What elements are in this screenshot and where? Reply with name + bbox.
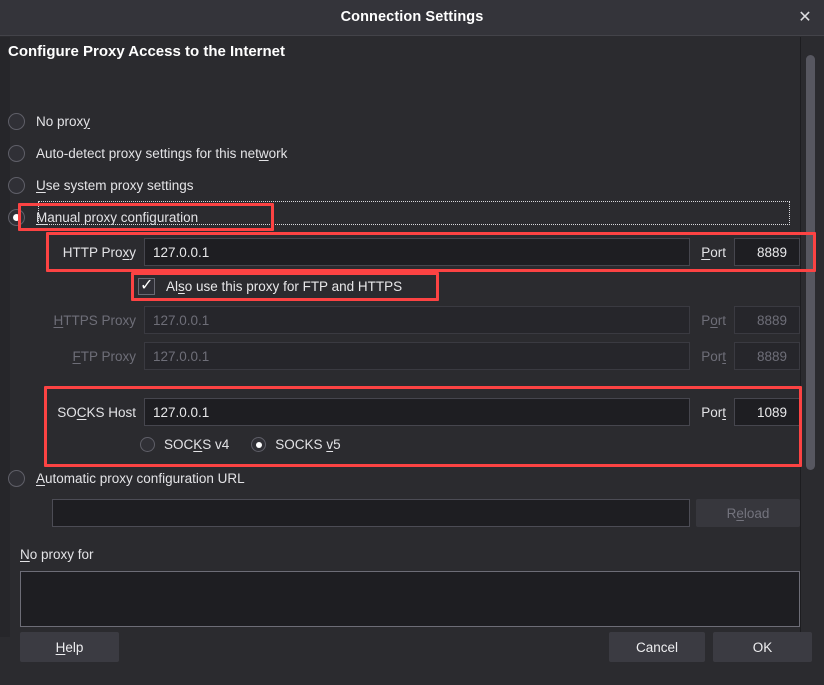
radio-system-proxy[interactable]: Use system proxy settings	[8, 173, 194, 197]
socks-port-input[interactable]: 1089	[734, 398, 800, 426]
radio-auto-detect[interactable]: Auto-detect proxy settings for this netw…	[8, 141, 287, 165]
radio-label-no-proxy: No proxy	[36, 113, 91, 129]
reload-button[interactable]: Reload	[696, 499, 800, 527]
radio-label-socks-v5: SOCKS v5	[275, 437, 341, 452]
connection-settings-dialog: Connection Settings ✕ Configure Proxy Ac…	[0, 0, 824, 685]
socks-host-label: SO C KS Host	[57, 404, 136, 420]
cancel-button-label: Cancel	[635, 639, 679, 655]
help-button[interactable]: Help	[20, 632, 119, 662]
close-icon[interactable]: ✕	[790, 4, 820, 32]
share-proxy-checkbox-label: Also use this proxy for FTP and HTTPS	[166, 278, 403, 294]
https-proxy-input[interactable]: 127.0.0.1	[144, 306, 690, 334]
radio-socks-v5[interactable]: SOCKS v5	[251, 437, 341, 452]
http-proxy-row: HTTP Pro x y 127.0.0.1 Port 8889	[52, 238, 800, 266]
https-proxy-label: H TTPS Proxy	[53, 312, 136, 328]
https-proxy-row: H TTPS Proxy 127.0.0.1 Po rt 8889	[20, 306, 800, 334]
ftp-port-label: Por t	[701, 348, 726, 364]
auto-config-url-input[interactable]	[52, 499, 690, 527]
radio-indicator-selected	[251, 437, 267, 452]
radio-label-auto-detect: Auto-detect proxy settings for this netw…	[36, 145, 288, 161]
radio-indicator	[8, 176, 25, 194]
ftp-proxy-row: F TP Proxy 127.0.0.1 Por t 8889	[20, 342, 800, 370]
radio-indicator	[140, 437, 155, 452]
reload-button-label: Reload	[726, 505, 770, 521]
radio-indicator	[8, 112, 25, 130]
no-proxy-for-label: No proxy for	[20, 547, 94, 562]
https-port-label: Po rt	[701, 312, 726, 328]
radio-label-socks-v4: SOCKS v4	[164, 437, 230, 452]
radio-manual-proxy[interactable]: Manual proxy configuration	[8, 205, 198, 229]
ok-button[interactable]: OK	[713, 632, 812, 662]
help-button-label: Help	[55, 639, 84, 655]
ok-button-label: OK	[752, 639, 773, 655]
http-port-input[interactable]: 8889	[734, 238, 800, 266]
https-port-input[interactable]: 8889	[734, 306, 800, 334]
http-port-label: Port	[701, 244, 726, 260]
ftp-proxy-input[interactable]: 127.0.0.1	[144, 342, 690, 370]
socks-port-label: Por t	[701, 404, 726, 420]
radio-socks-v4[interactable]: SOCKS v4	[140, 437, 229, 452]
radio-label-auto-config-url: Automatic proxy configuration URL	[36, 470, 245, 486]
ftp-proxy-label: F TP Proxy	[72, 348, 136, 364]
window-title: Connection Settings	[340, 9, 484, 25]
radio-label-system-proxy: Use system proxy settings	[36, 177, 194, 193]
radio-indicator-selected	[8, 208, 25, 226]
radio-indicator	[8, 469, 25, 487]
radio-no-proxy[interactable]: No proxy	[8, 109, 90, 133]
checkmark-icon	[138, 276, 155, 295]
radio-auto-config-url[interactable]: Automatic proxy configuration URL	[8, 466, 245, 490]
share-proxy-checkbox-row[interactable]: Also use this proxy for FTP and HTTPS	[138, 275, 402, 297]
no-proxy-for-textarea[interactable]	[20, 571, 800, 627]
title-bar: Connection Settings ✕	[0, 0, 824, 36]
dialog-content	[10, 37, 800, 637]
socks-host-row: SO C KS Host 127.0.0.1 Por t 1089	[52, 398, 800, 426]
radio-label-manual-proxy: Manual proxy configuration	[36, 209, 199, 225]
socks-version-group: SOCKS v4 SOCKS v5	[140, 437, 363, 452]
socks-host-input[interactable]: 127.0.0.1	[144, 398, 690, 426]
page-title: Configure Proxy Access to the Internet	[8, 43, 286, 60]
radio-indicator	[8, 144, 25, 162]
ftp-port-input[interactable]: 8889	[734, 342, 800, 370]
cancel-button[interactable]: Cancel	[609, 632, 705, 662]
http-proxy-input[interactable]: 127.0.0.1	[144, 238, 690, 266]
http-proxy-label: HTTP Pro x y	[62, 244, 136, 260]
vertical-scrollbar-thumb[interactable]	[806, 55, 815, 470]
